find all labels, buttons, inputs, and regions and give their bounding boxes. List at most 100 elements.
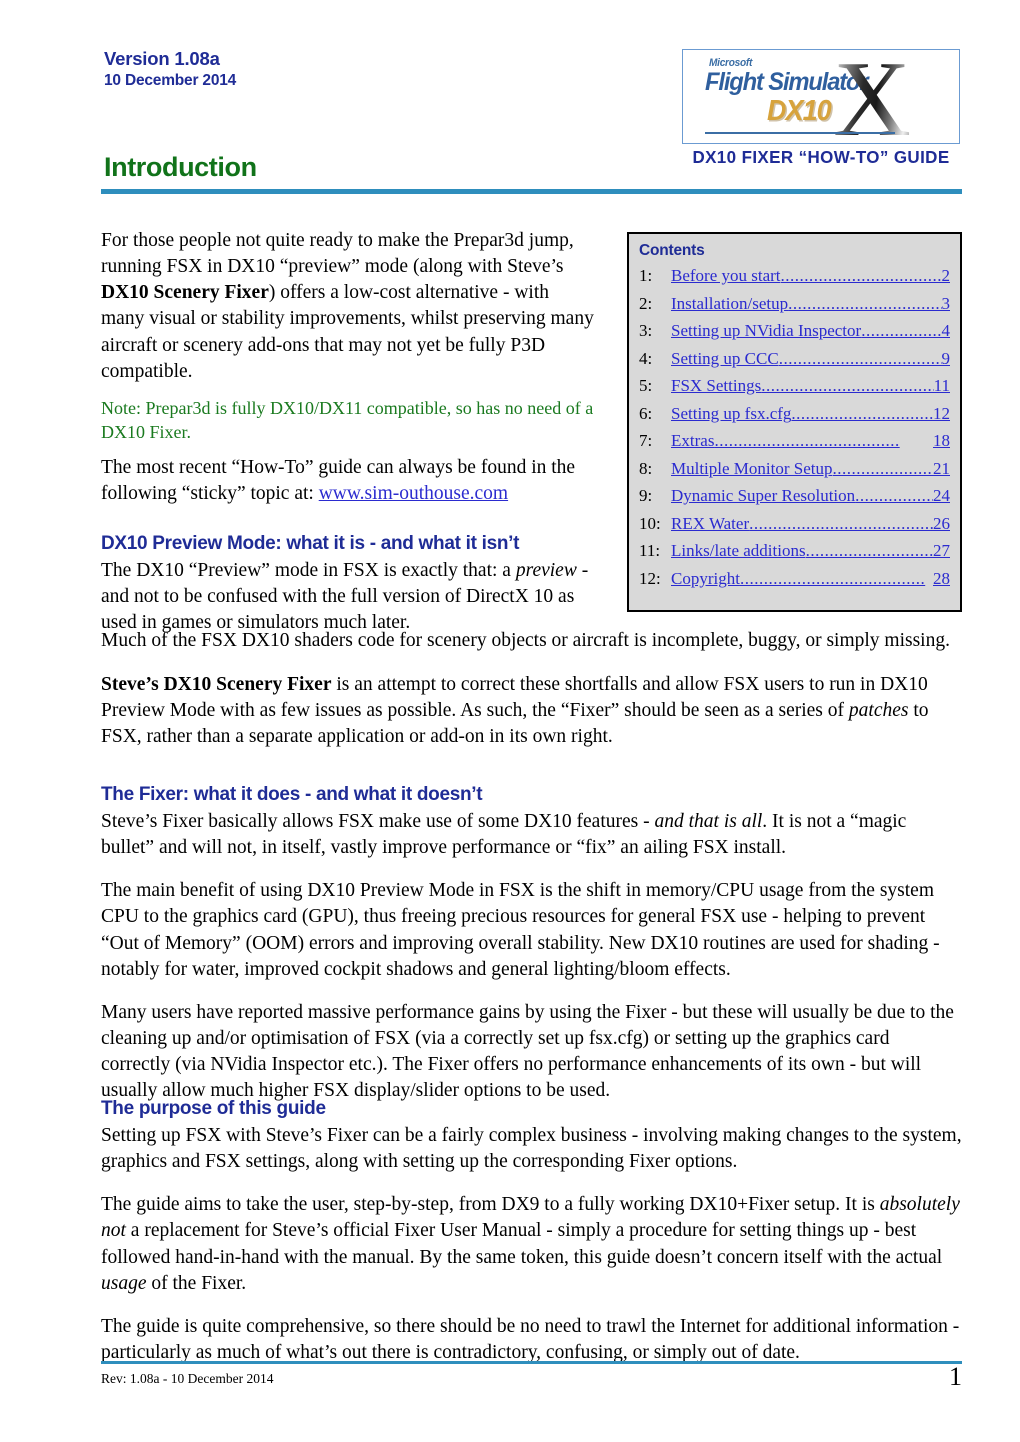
section-purpose: The purpose of this guide Setting up FSX… xyxy=(101,1098,962,1377)
contents-item-link[interactable]: Links/late additions xyxy=(671,537,806,565)
contents-item-number: 8: xyxy=(639,458,653,478)
contents-leader-dots: ....................................... xyxy=(749,513,933,533)
contents-item-page[interactable]: 28 xyxy=(933,565,950,593)
contents-item-number: 2: xyxy=(639,293,653,313)
contents-item-number: 11: xyxy=(639,541,661,561)
intro-column: For those people not quite ready to make… xyxy=(101,228,594,648)
contents-item-page[interactable]: 12 xyxy=(933,400,950,428)
contents-box: Contents 1: Before you start ............… xyxy=(627,232,962,612)
contents-item-page[interactable]: 26 xyxy=(933,510,950,538)
contents-row[interactable]: 9: Dynamic Super Resolution .............… xyxy=(639,482,950,510)
logo-caption: DX10 FIXER “HOW-TO” GUIDE xyxy=(692,147,950,167)
contents-leader-dots: ....................................... xyxy=(739,568,926,588)
paragraph-shaders: Much of the FSX DX10 shaders code for sc… xyxy=(101,630,950,651)
contents-item-link[interactable]: Copyright xyxy=(671,565,740,593)
contents-item-link[interactable]: Multiple Monitor Setup xyxy=(671,455,833,483)
contents-item-link[interactable]: FSX Settings xyxy=(671,372,761,400)
paragraph-fixer-1: Steve’s Fixer basically allows FSX make … xyxy=(101,809,962,861)
contents-row[interactable]: 11: Links/late additions ................… xyxy=(639,537,950,565)
contents-row[interactable]: 6: Setting up fsx.cfg ...................… xyxy=(639,400,950,428)
contents-row[interactable]: 2: Installation/setup ...................… xyxy=(639,290,950,318)
contents-row[interactable]: 3: Setting up NVidia Inspector ..........… xyxy=(639,317,950,345)
purpose-text-b: a replacement for Steve’s official Fixer… xyxy=(101,1220,943,1268)
steve-fixer-italic: patches xyxy=(848,700,909,722)
logo-x-glyph: X xyxy=(833,50,911,143)
contents-item-page[interactable]: 3 xyxy=(942,290,951,318)
contents-leader-dots: ....................................... xyxy=(714,431,900,451)
contents-item-number: 1: xyxy=(639,266,653,285)
contents-item-number: 7: xyxy=(639,431,653,451)
purpose-text-c: of the Fixer. xyxy=(146,1272,247,1294)
contents-item-link[interactable]: Extras xyxy=(671,427,714,455)
purpose-italic-2: usage xyxy=(101,1272,147,1294)
contents-leader-dots: ....................................... xyxy=(805,541,933,561)
preview-text-italic: preview xyxy=(515,560,577,582)
footer-divider xyxy=(101,1361,962,1364)
contents-item-page[interactable]: 11 xyxy=(934,372,950,400)
contents-row[interactable]: 1: Before you start .....................… xyxy=(639,262,950,290)
footer-page-number: 1 xyxy=(949,1362,962,1391)
contents-leader-dots: ....................................... xyxy=(788,293,941,313)
intro-text-a: For those people not quite ready to make… xyxy=(101,230,574,278)
paragraph-steve-fixer: Steve’s DX10 Scenery Fixer is an attempt… xyxy=(101,672,962,750)
fixer-text-a: Steve’s Fixer basically allows FSX make … xyxy=(101,811,655,832)
product-logo: Microsoft Flight Simulator DX10 X DX10 F… xyxy=(682,49,962,167)
fixer-italic: and that is all xyxy=(654,811,763,832)
contents-item-page[interactable]: 27 xyxy=(933,537,950,565)
contents-leader-dots: ....................................... xyxy=(855,486,933,506)
contents-row[interactable]: 8: Multiple Monitor Setup ...............… xyxy=(639,455,950,483)
contents-item-page[interactable]: 9 xyxy=(942,345,951,373)
contents-leader-dots: ....................................... xyxy=(791,403,933,423)
heading-preview-mode: DX10 Preview Mode: what it is - and what… xyxy=(101,533,520,555)
contents-leader-dots: ....................................... xyxy=(780,266,942,285)
contents-item-link[interactable]: Installation/setup xyxy=(671,290,788,318)
page-title: Introduction xyxy=(104,152,257,182)
section-preview-continued: Much of the FSX DX10 shaders code for sc… xyxy=(101,628,962,762)
contents-item-number: 3: xyxy=(639,321,653,341)
footer-revision: Rev: 1.08a - 10 December 2014 xyxy=(101,1371,274,1386)
contents-item-link[interactable]: Before you start xyxy=(671,262,781,290)
contents-item-number: 9: xyxy=(639,486,653,506)
paragraph-purpose-3: The guide is quite comprehensive, so the… xyxy=(101,1315,960,1363)
contents-item-page[interactable]: 4 xyxy=(942,317,951,345)
contents-row[interactable]: 7: Extras ...............................… xyxy=(639,427,950,455)
contents-item-link[interactable]: REX Water xyxy=(671,510,749,538)
heading-fixer: The Fixer: what it does - and what it do… xyxy=(101,784,483,805)
contents-item-number: 6: xyxy=(639,403,653,423)
contents-item-link[interactable]: Setting up fsx.cfg xyxy=(671,400,791,428)
contents-leader-dots: ....................................... xyxy=(761,376,934,396)
date-label: 10 December 2014 xyxy=(104,71,237,89)
paragraph-fixer-2: The main benefit of using DX10 Preview M… xyxy=(101,880,940,980)
paragraph-purpose-1: Setting up FSX with Steve’s Fixer can be… xyxy=(101,1125,962,1173)
paragraph-fixer-3: Many users have reported massive perform… xyxy=(101,1001,954,1102)
contents-item-number: 5: xyxy=(639,376,653,396)
contents-row[interactable]: 10: REX Water ...........................… xyxy=(639,510,950,538)
section-fixer: The Fixer: what it does - and what it do… xyxy=(101,784,962,1115)
contents-item-number: 12: xyxy=(639,568,661,588)
logo-dx10-text: DX10 xyxy=(767,95,832,127)
contents-item-link[interactable]: Dynamic Super Resolution xyxy=(671,482,855,510)
contents-item-link[interactable]: Setting up NVidia Inspector xyxy=(671,317,861,345)
header-version-block: Version 1.08a 10 December 2014 xyxy=(104,48,236,90)
paragraph-preview: The DX10 “Preview” mode in FSX is exactl… xyxy=(101,558,594,636)
contents-item-page[interactable]: 2 xyxy=(942,262,951,290)
contents-row[interactable]: 12: Copyright ...........................… xyxy=(639,565,950,593)
contents-item-page[interactable]: 18 xyxy=(933,427,950,455)
contents-list: 1: Before you start .....................… xyxy=(639,262,950,592)
paragraph-howto: The most recent “How-To” guide can alway… xyxy=(101,455,594,507)
contents-title: Contents xyxy=(639,242,705,259)
header-divider xyxy=(101,189,962,194)
heading-purpose: The purpose of this guide xyxy=(101,1098,326,1119)
sim-outhouse-link[interactable]: www.sim-outhouse.com xyxy=(319,483,508,504)
contents-item-number: 10: xyxy=(639,513,661,533)
contents-leader-dots: ....................................... xyxy=(832,458,934,478)
purpose-text-a: The guide aims to take the user, step-by… xyxy=(101,1194,880,1216)
contents-item-link[interactable]: Setting up CCC xyxy=(671,345,779,373)
intro-text-bold: DX10 Scenery Fixer xyxy=(101,282,269,304)
contents-row[interactable]: 5: FSX Settings .........................… xyxy=(639,372,950,400)
contents-item-page[interactable]: 21 xyxy=(933,455,950,483)
contents-row[interactable]: 4: Setting up CCC .......................… xyxy=(639,345,950,373)
steve-fixer-bold: Steve’s DX10 Scenery Fixer xyxy=(101,674,332,696)
contents-item-number: 4: xyxy=(639,348,653,368)
contents-item-page[interactable]: 24 xyxy=(933,482,950,510)
